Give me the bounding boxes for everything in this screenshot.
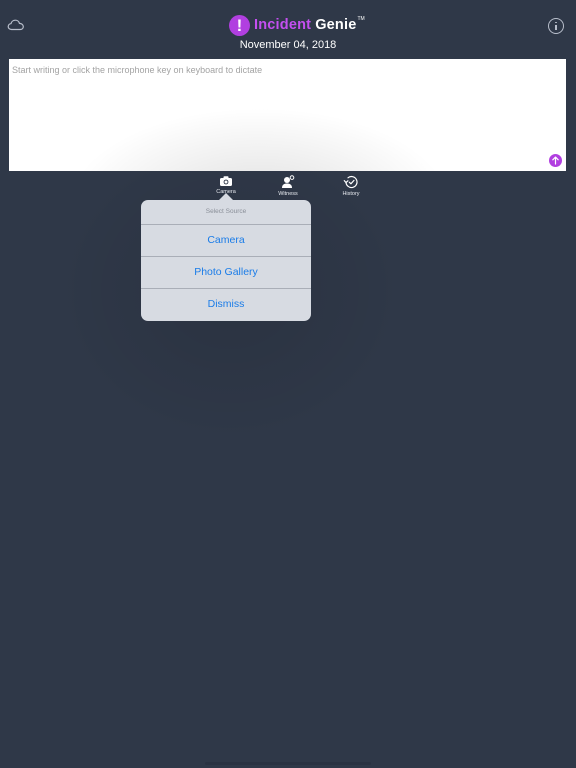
toolbar-history-label: History — [342, 191, 360, 197]
incident-text-editor[interactable]: Start writing or click the microphone ke… — [9, 59, 566, 171]
logo-exclamation-icon: ! — [229, 14, 250, 36]
popover-arrow — [219, 193, 233, 200]
toolbar-camera-button[interactable]: Camera — [206, 175, 246, 195]
witness-icon — [282, 175, 295, 188]
trademark-mark: TM — [357, 16, 365, 22]
home-indicator[interactable] — [205, 762, 371, 765]
logo-text-genie: Genie — [315, 17, 357, 33]
toolbar-witness-label: Witness — [278, 191, 298, 197]
logo-text-incident: Incident — [254, 17, 312, 33]
toolbar-history-button[interactable]: History — [331, 175, 371, 197]
photo-gallery-option-button[interactable]: Photo Gallery — [141, 257, 311, 289]
editor-shadow — [49, 99, 469, 171]
app-screen: ! Incident Genie TM November 04, 2018 St… — [0, 0, 576, 768]
send-button[interactable] — [549, 154, 562, 167]
camera-option-button[interactable]: Camera — [141, 225, 311, 257]
toolbar-witness-button[interactable]: Witness — [268, 175, 308, 197]
info-icon[interactable] — [548, 18, 564, 34]
arrow-up-icon — [552, 156, 559, 165]
app-logo: ! Incident Genie TM — [229, 13, 365, 37]
select-source-popover: Select Source Camera Photo Gallery Dismi… — [141, 200, 311, 321]
cloud-icon[interactable] — [7, 17, 25, 33]
popover-title: Select Source — [141, 200, 311, 225]
dismiss-button[interactable]: Dismiss — [141, 289, 311, 320]
report-date: November 04, 2018 — [239, 39, 337, 51]
camera-icon — [220, 176, 232, 186]
history-icon — [343, 175, 358, 189]
editor-placeholder: Start writing or click the microphone ke… — [12, 65, 263, 75]
